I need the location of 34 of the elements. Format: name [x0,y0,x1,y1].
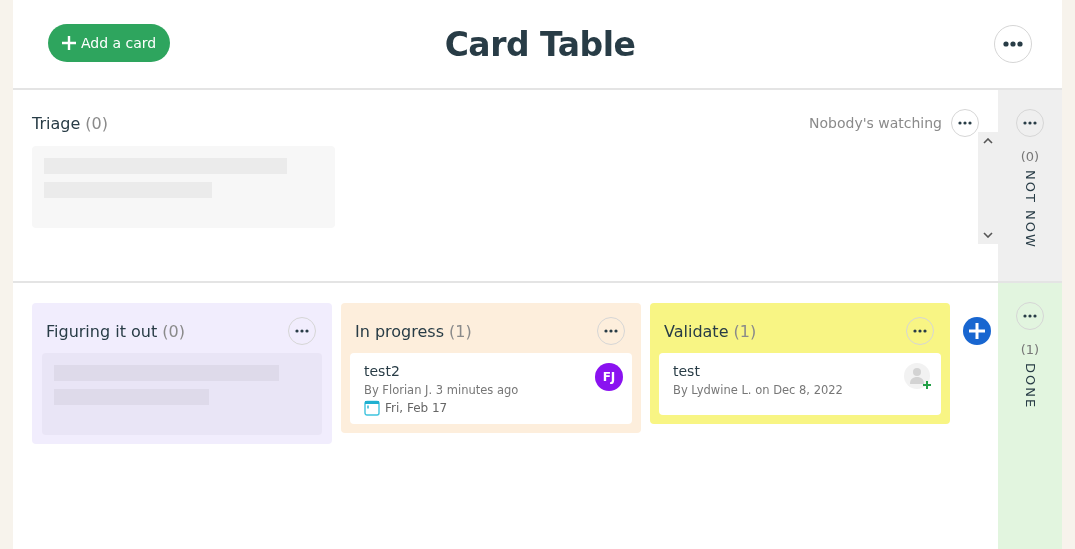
card-meta: By Lydwine L. on Dec 8, 2022 [673,383,843,397]
column-label[interactable]: NOT NOW [1022,170,1038,249]
column-title: Validate (1) [664,321,757,341]
ellipsis-icon [958,120,972,126]
scrollbar[interactable] [978,132,998,244]
watchers-text[interactable]: Nobody's watching [809,115,942,131]
ellipsis-icon [913,328,927,334]
ellipsis-icon [1023,120,1037,126]
plus-icon [62,36,76,50]
add-person-icon [904,363,932,391]
avatar: FJ [595,363,623,391]
ellipsis-icon [604,328,618,334]
column-label[interactable]: DONE [1022,363,1038,410]
chevron-down-icon [983,232,993,238]
ellipsis-icon [1003,41,1023,47]
ellipsis-icon [295,328,309,334]
page-title: Card Table [444,24,636,64]
ellipsis-icon [1023,313,1037,319]
chevron-up-icon [983,138,993,144]
column-title: In progress (1) [355,321,472,341]
card[interactable]: test2 By Florian J. 3 minutes ago Fri, Feb 17 FJ [350,353,632,424]
card-meta: By Florian J. 3 minutes ago [364,383,519,397]
column-title: Figuring it out (0) [46,321,185,341]
column-count: (1) [1020,342,1040,357]
add-column-button[interactable] [963,317,991,345]
column-count: (0) [1020,149,1040,164]
card[interactable]: test By Lydwine L. on Dec 8, 2022 [659,353,941,415]
card-title: test2 [364,363,401,379]
calendar-icon [364,400,380,416]
due-date: Fri, Feb 17 [385,401,448,415]
more-button[interactable] [994,25,1032,63]
plus-icon [963,317,991,345]
card-title: test [673,363,701,379]
column-title: Triage (0) [32,113,108,133]
